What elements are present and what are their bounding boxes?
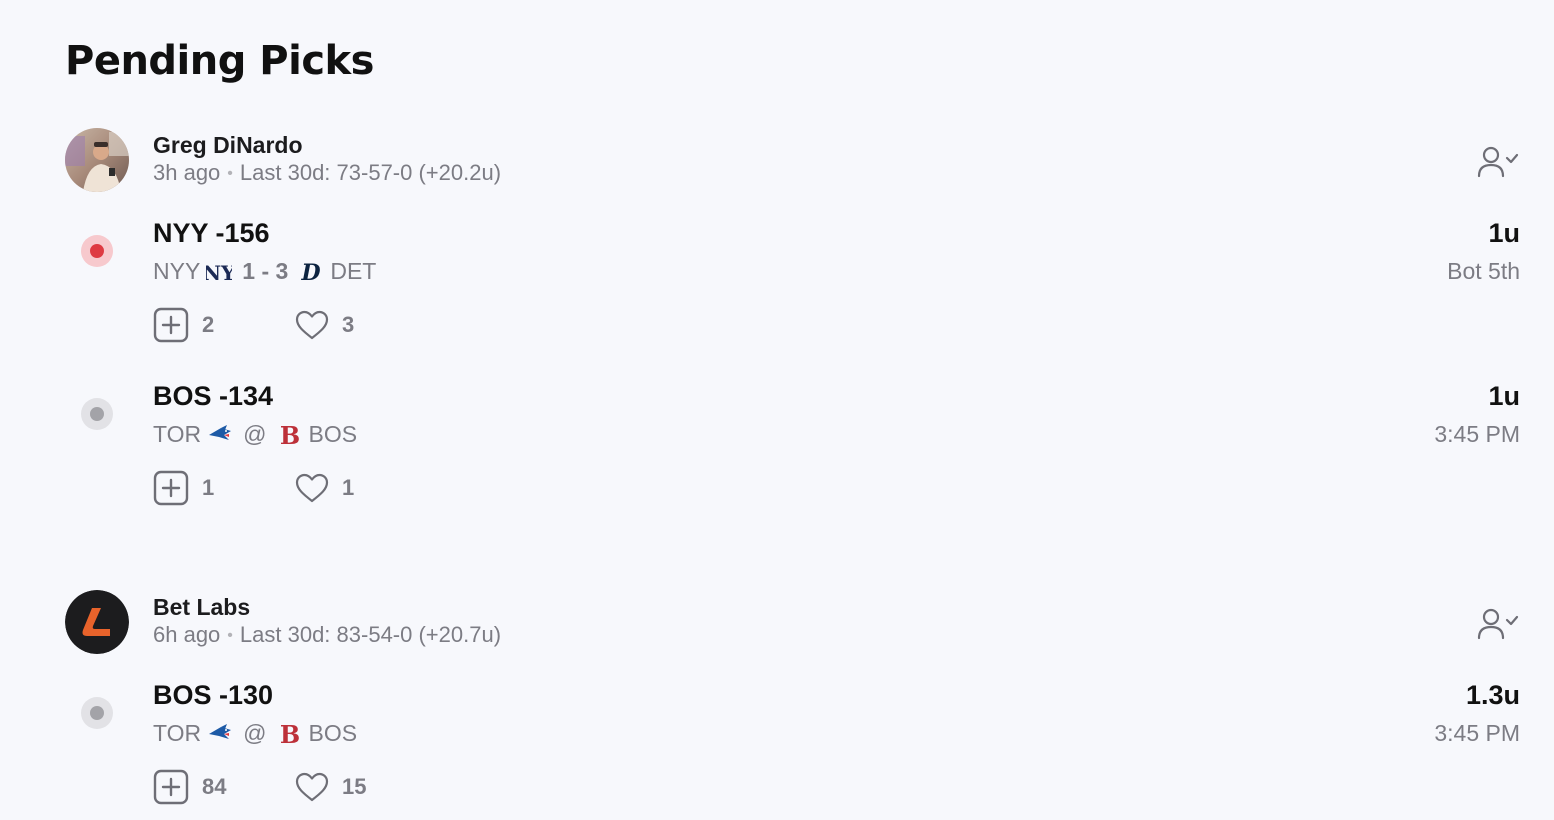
tail-button[interactable]: 2 [153,307,295,343]
heart-icon [295,772,329,802]
units: 1u [1488,218,1520,248]
author-name[interactable]: Bet Labs [153,594,250,621]
page-title: Pending Picks [65,38,374,84]
tigers-logo-icon: D [298,259,324,285]
heart-icon [295,473,329,503]
follow-button[interactable] [1476,144,1520,180]
units: 1.3u [1465,680,1520,710]
live-status-indicator [81,235,113,267]
time-ago: 3h ago [153,160,221,185]
tail-count: 1 [202,475,215,500]
greg-photo-avatar [65,128,129,192]
pick-actions: 2 3 [153,307,354,343]
away-team: NYY [153,258,201,284]
pick-title: NYY -156 [153,218,270,248]
tail-button[interactable]: 1 [153,470,295,506]
home-team: BOS [308,421,358,447]
live-score: 1 - 3 [242,258,289,284]
pending-status-indicator [81,398,113,430]
author-record: Last 30d: 73-57-0 (+20.2u) [239,160,502,185]
time-ago: 6h ago [153,622,221,647]
red-sox-logo-icon: B [277,721,303,747]
pick-card[interactable]: NYY -156 NYY NY 1 - 3 D DET 1u Bot 5th 2… [65,218,1520,348]
away-team: TOR [153,421,202,447]
tail-button[interactable]: 84 [153,769,295,805]
bet-labs-logo-avatar [65,590,129,654]
follow-button[interactable] [1476,606,1520,642]
blue-jays-logo-icon [207,422,233,448]
author-header: Greg DiNardo 3h ago • Last 30d: 73-57-0 (+… [65,128,1520,192]
blue-jays-logo-icon [207,721,233,747]
tail-count: 2 [202,312,215,337]
author-name[interactable]: Greg DiNardo [153,132,303,159]
svg-text:NY: NY [206,261,232,285]
matchup: TOR @ B BOS [153,720,357,747]
units: 1u [1488,381,1520,411]
like-count: 15 [342,774,367,799]
pick-title: BOS -130 [153,680,274,710]
svg-text:B: B [279,422,299,448]
pick-title: BOS -134 [153,381,274,411]
like-button[interactable]: 15 [295,772,366,802]
avatar[interactable] [65,590,129,654]
separator-dot: • [227,165,233,182]
pending-status-indicator [81,697,113,729]
tail-count: 84 [202,774,227,799]
author-meta: 3h ago • Last 30d: 73-57-0 (+20.2u) [153,160,501,186]
home-team: DET [330,258,377,284]
like-count: 1 [342,475,355,500]
author-record: Last 30d: 83-54-0 (+20.7u) [239,622,502,647]
yankees-logo-icon: NY [206,259,232,285]
user-check-icon [1477,146,1519,178]
pick-actions: 1 1 [153,470,354,506]
author-header: Bet Labs 6h ago • Last 30d: 83-54-0 (+20.7… [65,590,1520,654]
pending-picks-page: Pending Picks Greg DiNardo 3h ago • Last… [0,0,1554,820]
at-separator: @ [243,421,267,447]
like-button[interactable]: 3 [295,310,354,340]
plus-square-icon [153,307,189,343]
pick-card[interactable]: BOS -134 TOR @ B BOS 1u 3:45 PM 1 1 [65,381,1520,511]
red-sox-logo-icon: B [277,422,303,448]
matchup: TOR @ B BOS [153,421,357,448]
like-count: 3 [342,312,355,337]
author-meta: 6h ago • Last 30d: 83-54-0 (+20.7u) [153,622,501,648]
svg-text:D: D [301,260,321,285]
home-team: BOS [308,720,358,746]
pick-card[interactable]: BOS -130 TOR @ B BOS 1.3u 3:45 PM 84 15 [65,680,1520,810]
avatar[interactable] [65,128,129,192]
pick-actions: 84 15 [153,769,366,805]
game-time: 3:45 PM [1434,720,1520,746]
heart-icon [295,310,329,340]
like-button[interactable]: 1 [295,473,354,503]
user-check-icon [1477,608,1519,640]
at-separator: @ [243,720,267,746]
separator-dot: • [227,627,233,644]
game-time: 3:45 PM [1434,421,1520,447]
away-team: TOR [153,720,202,746]
game-status: Bot 5th [1447,258,1520,284]
svg-text:B: B [279,721,299,747]
plus-square-icon [153,470,189,506]
plus-square-icon [153,769,189,805]
matchup: NYY NY 1 - 3 D DET [153,258,376,285]
